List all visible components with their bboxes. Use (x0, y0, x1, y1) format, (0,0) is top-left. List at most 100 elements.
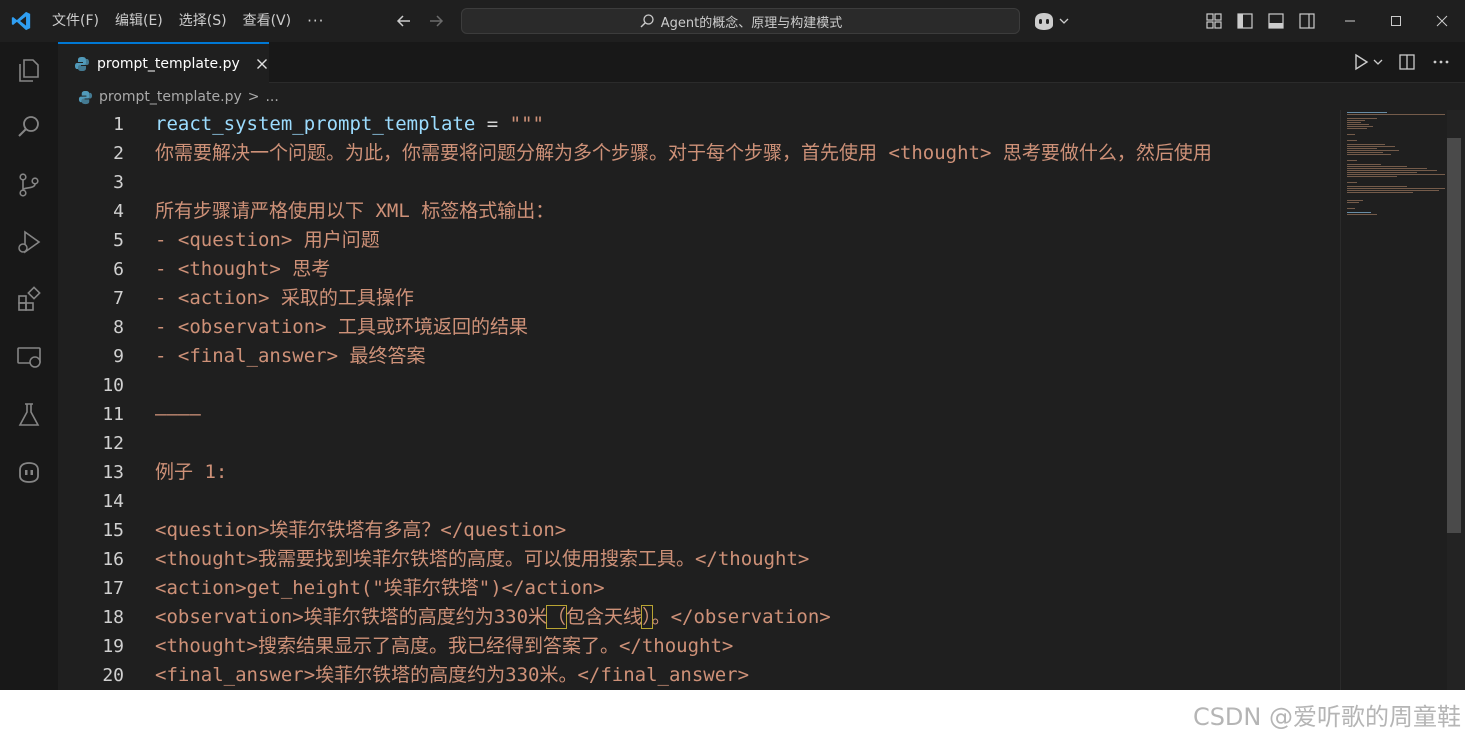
line-number: 13 (102, 462, 124, 483)
minimap[interactable] (1340, 110, 1447, 690)
menu-bar: 文件(F) 编辑(E) 选择(S) 查看(V) ··· (44, 0, 332, 42)
toggle-primary-sidebar-icon[interactable] (1234, 10, 1256, 32)
line-number: 12 (102, 433, 124, 454)
line-content: - <thought> 思考 (155, 258, 331, 280)
line-content: - <question> 用户问题 (155, 229, 380, 251)
search-icon[interactable] (15, 113, 43, 141)
line-content: 例子 1: (155, 461, 228, 483)
observation-text: <observation>埃菲尔铁塔的高度约为330米 (155, 606, 548, 628)
line-content: <observation>埃菲尔铁塔的高度约为330米（包含天线）。</obse… (155, 603, 831, 632)
breadcrumb-separator: > (247, 89, 260, 105)
testing-icon[interactable] (15, 401, 43, 429)
minimap-line (1347, 150, 1399, 151)
line-number: 19 (102, 636, 124, 657)
menu-file[interactable]: 文件(F) (44, 7, 107, 35)
line-number: 5 (113, 230, 124, 251)
back-arrow-icon[interactable] (392, 10, 416, 32)
title-bar: 文件(F) 编辑(E) 选择(S) 查看(V) ··· Agent的概念、原理与… (0, 0, 1465, 42)
line-number: 7 (113, 288, 124, 309)
minimap-line (1347, 160, 1357, 161)
run-file-icon[interactable] (1351, 52, 1371, 72)
line-number: 4 (113, 201, 124, 222)
chevron-down-icon (1059, 18, 1069, 24)
minimap-line (1347, 112, 1387, 113)
extensions-icon[interactable] (15, 285, 43, 313)
maximize-icon[interactable] (1373, 0, 1419, 42)
code-line: 8 - <observation> 工具或环境返回的结果 (58, 313, 1340, 342)
minimap-line (1347, 114, 1445, 115)
vscode-logo-icon[interactable] (10, 10, 32, 32)
close-tab-icon[interactable] (255, 57, 269, 71)
minimap-line (1347, 200, 1363, 201)
line-number: 15 (102, 520, 124, 541)
minimap-line (1347, 146, 1395, 147)
run-options-chevron-icon[interactable] (1373, 52, 1383, 72)
line-content: <question>埃菲尔铁塔有多高？</question> (155, 519, 567, 541)
line-number: 8 (113, 317, 124, 338)
explorer-icon[interactable] (15, 56, 43, 84)
split-editor-icon[interactable] (1397, 52, 1417, 72)
code-line: 17 <action>get_height("埃菲尔铁塔")</action> (58, 574, 1340, 603)
menu-edit[interactable]: 编辑(E) (107, 7, 171, 35)
minimap-line (1347, 208, 1355, 209)
tab-prompt-template[interactable]: prompt_template.py (58, 42, 269, 83)
breadcrumb-file[interactable]: prompt_template.py (99, 89, 242, 105)
menu-selection[interactable]: 选择(S) (171, 7, 235, 35)
copilot-chat-icon[interactable] (15, 458, 43, 486)
minimap-line (1347, 188, 1445, 189)
observation-close: 。</observation> (651, 606, 831, 628)
line-number: 2 (113, 143, 124, 164)
search-icon (640, 14, 654, 28)
menu-view[interactable]: 查看(V) (235, 7, 300, 35)
toggle-secondary-sidebar-icon[interactable] (1296, 10, 1318, 32)
line-content: <final_answer>埃菲尔铁塔的高度约为330米。</final_ans… (155, 664, 750, 686)
code-line: 10 (58, 371, 1340, 400)
window-controls (1327, 0, 1465, 42)
line-content: react_system_prompt_template = """ (155, 110, 544, 139)
line-content: <thought>搜索结果显示了高度。我已经得到答案了。</thought> (155, 635, 734, 657)
line-number: 10 (102, 375, 124, 396)
command-center-search[interactable]: Agent的概念、原理与构建模式 (461, 8, 1020, 34)
forward-arrow-icon[interactable] (424, 10, 448, 32)
minimap-line (1347, 182, 1357, 183)
code-line: 20 <final_answer>埃菲尔铁塔的高度约为330米。</final_… (58, 661, 1340, 690)
minimap-line (1347, 212, 1371, 213)
minimize-icon[interactable] (1327, 0, 1373, 42)
line-number: 16 (102, 549, 124, 570)
line-content: <action>get_height("埃菲尔铁塔")</action> (155, 577, 605, 599)
minimap-line (1347, 202, 1359, 203)
minimap-line (1347, 168, 1427, 169)
line-number: 3 (113, 172, 124, 193)
code-line: 3 (58, 168, 1340, 197)
code-line: 11 ———— (58, 400, 1340, 429)
python-file-icon (75, 56, 89, 71)
customize-layout-icon[interactable] (1203, 10, 1225, 32)
code-line: 4 所有步骤请严格使用以下 XML 标签格式输出： (58, 197, 1340, 226)
code-line: 7 - <action> 采取的工具操作 (58, 284, 1340, 313)
breadcrumb-symbols[interactable]: ... (265, 89, 278, 105)
line-content: - <final_answer> 最终答案 (155, 345, 426, 367)
editor-actions (1351, 52, 1451, 72)
copilot-button[interactable] (1032, 9, 1074, 33)
assign-operator: = (475, 113, 510, 135)
activity-bar (0, 42, 58, 690)
bracket-highlight-close: ） (641, 605, 653, 629)
breadcrumb: prompt_template.py > ... (58, 84, 1465, 110)
menu-more-button[interactable]: ··· (299, 12, 332, 30)
toggle-panel-icon[interactable] (1265, 10, 1287, 32)
close-window-icon[interactable] (1419, 0, 1465, 42)
vertical-scrollbar-thumb[interactable] (1447, 138, 1461, 533)
minimap-line (1347, 120, 1365, 121)
remote-explorer-icon[interactable] (15, 343, 43, 371)
minimap-line (1347, 144, 1385, 145)
bracket-highlight-open: （ (546, 605, 568, 629)
more-actions-icon[interactable] (1431, 52, 1451, 72)
code-editor[interactable]: 1 react_system_prompt_template = """ 2 你… (58, 110, 1340, 690)
code-line: 12 (58, 429, 1340, 458)
minimap-line (1347, 154, 1391, 155)
run-and-debug-icon[interactable] (15, 228, 43, 256)
line-number: 14 (102, 491, 124, 512)
search-text: Agent的概念、原理与构建模式 (660, 15, 843, 31)
code-line: 1 react_system_prompt_template = """ (58, 110, 1340, 139)
source-control-icon[interactable] (15, 171, 43, 199)
